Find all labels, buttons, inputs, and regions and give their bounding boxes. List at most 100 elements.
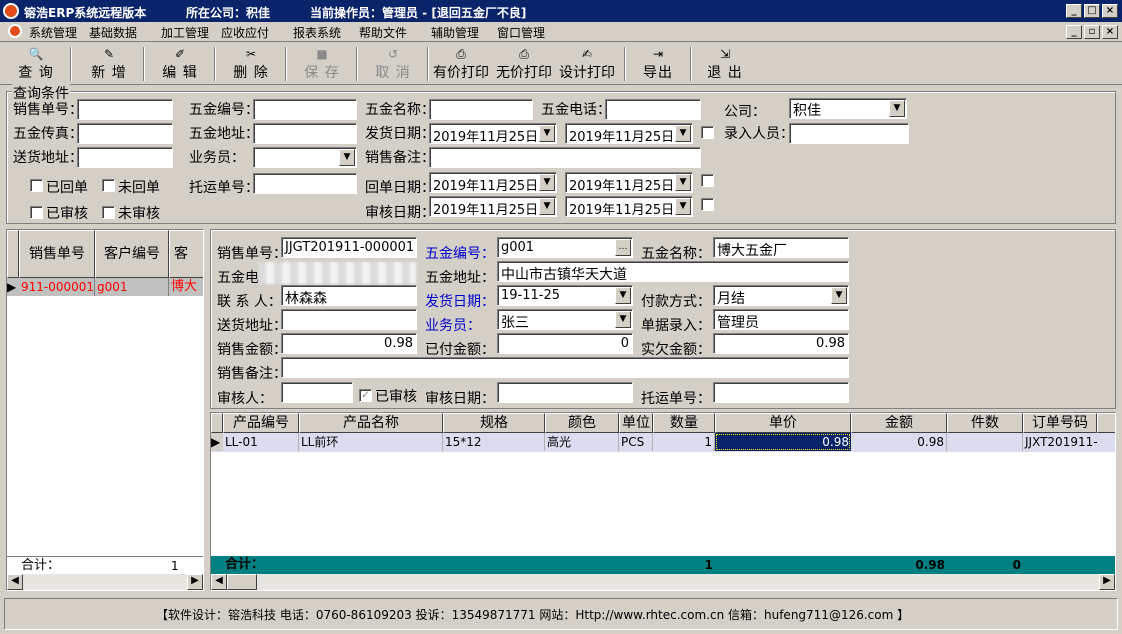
print-without-price-button[interactable]: ⎙ 无价打印 [494, 46, 554, 84]
entry-person-input[interactable] [789, 123, 909, 144]
return-date-to[interactable]: 2019年11月25日 ▼ [565, 172, 693, 193]
col-header-unit[interactable]: 单位 [619, 413, 653, 433]
return-date-checkbox[interactable] [701, 174, 714, 187]
delete-button[interactable]: ✂ 删 除 [227, 46, 275, 84]
scroll-thumb[interactable] [227, 574, 257, 590]
chevron-down-icon[interactable]: ▼ [615, 287, 631, 304]
print-with-price-button[interactable]: ⎙ 有价打印 [431, 46, 491, 84]
col-header-unit-price[interactable]: 单价 [715, 413, 851, 433]
detail-pay-select[interactable]: 月结 ▼ [713, 285, 849, 306]
scroll-left-icon[interactable]: ◀ [211, 574, 227, 590]
items-hscrollbar[interactable]: ◀ ▶ [211, 574, 1115, 590]
chevron-down-icon[interactable]: ▼ [539, 125, 555, 142]
edit-button[interactable]: ✐ 编 辑 [156, 46, 204, 84]
col-header-product-name[interactable]: 产品名称 [299, 413, 443, 433]
detail-deliver-input[interactable] [281, 309, 417, 330]
detail-note-input[interactable] [281, 357, 849, 378]
exit-button[interactable]: ⇲ 退 出 [702, 46, 748, 84]
chevron-down-icon[interactable]: ▼ [675, 174, 691, 191]
menu-processing[interactable]: 加工管理 [161, 24, 209, 41]
hw-fax-input[interactable] [77, 123, 173, 144]
new-button[interactable]: ✎ 新 增 [85, 46, 133, 84]
query-button[interactable]: 🔍 查 询 [12, 46, 60, 84]
left-grid-hscrollbar[interactable]: ◀ ▶ [7, 574, 203, 590]
sale-note-input[interactable] [429, 147, 701, 168]
deliver-addr-input[interactable] [77, 147, 173, 168]
col-header-customer[interactable]: 客 [169, 230, 203, 278]
scroll-left-icon[interactable]: ◀ [7, 574, 23, 590]
menu-system[interactable]: 系统管理 [29, 24, 77, 41]
hw-name-input[interactable] [429, 99, 533, 120]
menu-auxiliary[interactable]: 辅助管理 [431, 24, 479, 41]
detail-audit-date-input[interactable] [497, 382, 633, 403]
audited-checkbox[interactable] [30, 206, 43, 219]
child-minimize-icon[interactable]: _ [1066, 25, 1082, 39]
detail-entry-input[interactable]: 管理员 [713, 309, 849, 330]
detail-audited-checkbox[interactable]: ✓ [359, 389, 372, 402]
hw-no-input[interactable] [253, 99, 357, 120]
detail-paid-input[interactable]: 0 [497, 333, 633, 354]
design-print-button[interactable]: ✍ 设计打印 [557, 46, 617, 84]
ellipsis-icon[interactable]: … [615, 239, 631, 256]
col-header-spec[interactable]: 规格 [443, 413, 545, 433]
company-select[interactable]: 积佳 ▼ [789, 98, 907, 119]
detail-contact-input[interactable]: 林森森 [281, 285, 417, 306]
col-header-amount[interactable]: 金额 [851, 413, 947, 433]
not-audited-checkbox[interactable] [102, 206, 115, 219]
chevron-down-icon[interactable]: ▼ [539, 174, 555, 191]
audit-date-checkbox[interactable] [701, 198, 714, 211]
scroll-right-icon[interactable]: ▶ [1099, 574, 1115, 590]
child-restore-icon[interactable]: ▫ [1084, 25, 1100, 39]
col-header-customer-no[interactable]: 客户编号 [95, 230, 169, 278]
return-date-from[interactable]: 2019年11月25日 ▼ [429, 172, 557, 193]
scroll-right-icon[interactable]: ▶ [187, 574, 203, 590]
detail-hw-no-input[interactable]: g001… [497, 237, 633, 258]
detail-hw-addr-input[interactable]: 中山市古镇华天大道 [497, 261, 849, 282]
ship-date-checkbox[interactable] [701, 126, 714, 139]
close-icon[interactable]: × [1102, 4, 1118, 18]
child-close-icon[interactable]: × [1102, 25, 1118, 39]
menu-window[interactable]: 窗口管理 [497, 24, 545, 41]
minimize-icon[interactable]: _ [1066, 4, 1082, 18]
chevron-down-icon[interactable]: ▼ [615, 311, 631, 328]
save-button[interactable]: ■ 保 存 [298, 46, 346, 84]
chevron-down-icon[interactable]: ▼ [339, 149, 355, 166]
menu-receivables[interactable]: 应收应付 [221, 24, 269, 41]
col-header-color[interactable]: 颜色 [545, 413, 619, 433]
sale-no-input[interactable] [77, 99, 173, 120]
cancel-button[interactable]: ↺ 取 消 [369, 46, 417, 84]
col-header-sale-no[interactable]: 销售单号 [19, 230, 95, 278]
audit-date-to[interactable]: 2019年11月25日 ▼ [565, 196, 693, 217]
col-header-order-no[interactable]: 订单号码 [1023, 413, 1097, 433]
detail-tracking-input[interactable] [713, 382, 849, 403]
not-returned-checkbox[interactable] [102, 179, 115, 192]
maximize-icon[interactable]: □ [1084, 4, 1100, 18]
chevron-down-icon[interactable]: ▼ [831, 287, 847, 304]
col-header-qty[interactable]: 数量 [653, 413, 715, 433]
detail-sale-no-input[interactable]: JJGT201911-000001 [281, 237, 417, 258]
table-row[interactable]: ▶ LL-01 LL前环 15*12 高光 PCS 1 0.98 0.98 JJ… [211, 433, 1115, 452]
menu-basic-data[interactable]: 基础数据 [89, 24, 137, 41]
detail-salesman-select[interactable]: 张三 ▼ [497, 309, 633, 330]
returned-checkbox[interactable] [30, 179, 43, 192]
col-header-product-no[interactable]: 产品编号 [223, 413, 299, 433]
detail-auditor-input[interactable] [281, 382, 353, 403]
col-header-pieces[interactable]: 件数 [947, 413, 1023, 433]
hw-phone-input[interactable] [605, 99, 701, 120]
salesman-select[interactable]: ▼ [253, 147, 357, 168]
hw-addr-input[interactable] [253, 123, 357, 144]
menu-reports[interactable]: 报表系统 [293, 24, 341, 41]
detail-sale-amt-input[interactable]: 0.98 [281, 333, 417, 354]
export-button[interactable]: ⇥ 导出 [636, 46, 680, 84]
table-row[interactable]: ▶ 911-000001 g001 博大 [7, 278, 203, 296]
chevron-down-icon[interactable]: ▼ [539, 198, 555, 215]
chevron-down-icon[interactable]: ▼ [675, 125, 691, 142]
ship-date-to[interactable]: 2019年11月25日 ▼ [565, 123, 693, 144]
chevron-down-icon[interactable]: ▼ [889, 100, 905, 117]
chevron-down-icon[interactable]: ▼ [675, 198, 691, 215]
detail-ship-date-select[interactable]: 19-11-25 ▼ [497, 285, 633, 306]
tracking-input[interactable] [253, 173, 357, 194]
detail-hw-name-input[interactable]: 博大五金厂 [713, 237, 849, 258]
audit-date-from[interactable]: 2019年11月25日 ▼ [429, 196, 557, 217]
cell-unit-price[interactable]: 0.98 [715, 433, 851, 451]
